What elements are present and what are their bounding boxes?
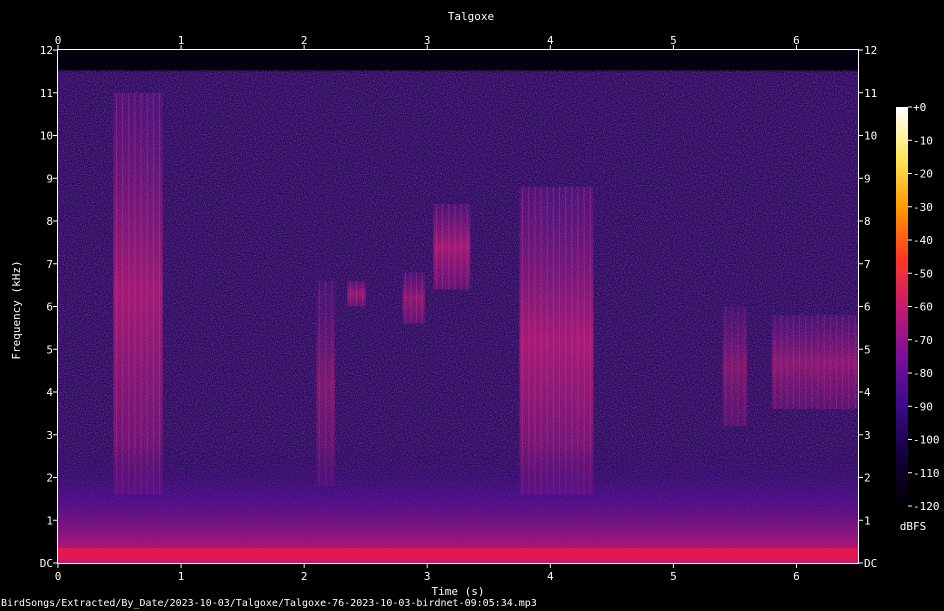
x-top-tick-label: 0	[55, 34, 62, 47]
x-top-tick-label: 6	[793, 34, 800, 47]
spectrogram-plot-area	[58, 50, 858, 563]
y-right-tick-label: 11	[864, 87, 877, 100]
y-right-tick-label: 7	[864, 258, 871, 271]
y-tick-label: 1	[46, 514, 53, 527]
y-right-tick-label: 3	[864, 429, 871, 442]
y-tick-label: 3	[46, 429, 53, 442]
x-tick-label: 6	[793, 570, 800, 583]
colorbar-tick-label: -120	[913, 500, 940, 513]
call-1	[113, 92, 163, 495]
colorbar: +0 -10 -20 -30 -40 -50 -60 -70 -80 -90 -100 -110 -12…	[896, 101, 940, 533]
low-frequency-noise-floor	[58, 445, 858, 563]
colorbar-tick-label: -80	[913, 367, 933, 380]
y-right-tick-label: DC	[864, 557, 877, 570]
colorbar-tick-label: +0	[913, 101, 926, 114]
x-axis-label: Time (s)	[432, 585, 485, 598]
y-right-tick-label: 12	[864, 44, 877, 57]
y-axis-left: DC123456789101112	[40, 44, 58, 570]
spectrogram-chart: Talgoxe 0123456 0123456 DC12345678910111…	[10, 10, 940, 598]
y-right-tick-label: 5	[864, 343, 871, 356]
colorbar-tick-label: -100	[913, 434, 940, 447]
y-right-tick-label: 1	[864, 514, 871, 527]
x-axis-bottom: 0 1 2 3 4 5 6	[55, 563, 800, 583]
colorbar-gradient	[896, 107, 908, 506]
x-top-tick-label: 4	[547, 34, 554, 47]
y-right-tick-label: 8	[864, 215, 871, 228]
y-tick-label: DC	[40, 557, 53, 570]
x-tick-label: 3	[424, 570, 431, 583]
call-5	[433, 203, 471, 290]
x-tick-label: 1	[178, 570, 185, 583]
y-axis-right: DC123456789101112	[858, 44, 877, 570]
colorbar-tick-label: -110	[913, 467, 940, 480]
dc-line	[58, 548, 858, 560]
y-tick-label: 8	[46, 215, 53, 228]
y-tick-label: 9	[46, 172, 53, 185]
colorbar-tick-label: -90	[913, 400, 933, 413]
y-tick-label: 2	[46, 472, 53, 485]
chart-title: Talgoxe	[448, 10, 494, 23]
colorbar-tick-label: -70	[913, 334, 933, 347]
colorbar-ticks: +0 -10 -20 -30 -40 -50 -60 -70 -80 -90 -100 -110 -12…	[908, 101, 940, 513]
y-tick-label: 5	[46, 343, 53, 356]
colorbar-tick-label: -30	[913, 201, 933, 214]
y-right-tick-label: 6	[864, 301, 871, 314]
y-right-tick-label: 10	[864, 130, 877, 143]
y-tick-label: 4	[46, 386, 53, 399]
file-path: BirdSongs/Extracted/By_Date/2023-10-03/T…	[1, 598, 537, 609]
x-tick-label: 4	[547, 570, 554, 583]
x-top-tick-label: 2	[301, 34, 308, 47]
y-tick-label: 6	[46, 301, 53, 314]
x-tick-label: 2	[301, 570, 308, 583]
x-tick-label: 5	[670, 570, 677, 583]
colorbar-tick-label: -60	[913, 301, 933, 314]
call-8	[771, 315, 858, 410]
colorbar-label: dBFS	[900, 520, 927, 533]
call-7	[722, 306, 748, 427]
call-4	[402, 272, 425, 324]
y-tick-label: 11	[40, 87, 53, 100]
y-tick-label: 10	[40, 130, 53, 143]
x-top-tick-label: 3	[424, 34, 431, 47]
colorbar-tick-label: -20	[913, 168, 933, 181]
y-tick-label: 7	[46, 258, 53, 271]
colorbar-tick-label: -50	[913, 267, 933, 280]
y-tick-label: 12	[40, 44, 53, 57]
y-right-tick-label: 9	[864, 172, 871, 185]
x-top-tick-label: 1	[178, 34, 185, 47]
colorbar-tick-label: -40	[913, 234, 933, 247]
y-right-tick-label: 2	[864, 472, 871, 485]
x-top-tick-label: 5	[670, 34, 677, 47]
y-right-tick-label: 4	[864, 386, 871, 399]
x-axis-top: 0 1 2 3 4 5 6	[55, 34, 800, 50]
x-tick-label: 0	[55, 570, 62, 583]
colorbar-tick-label: -10	[913, 134, 933, 147]
y-axis-label: Frequency (kHz)	[10, 260, 23, 359]
